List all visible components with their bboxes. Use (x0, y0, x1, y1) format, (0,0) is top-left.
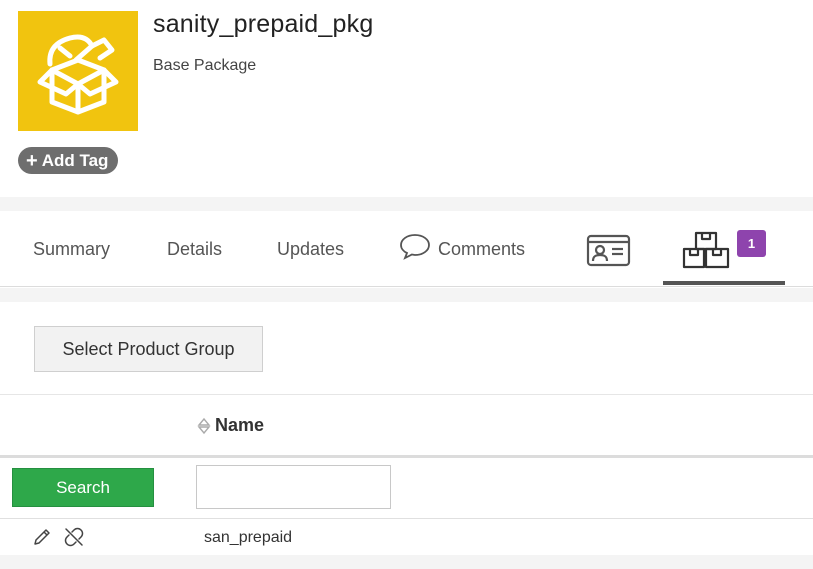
plus-icon: + (26, 149, 38, 172)
add-tag-button[interactable]: + Add Tag (18, 147, 119, 174)
table-divider (0, 394, 813, 395)
tab-label: Details (167, 238, 223, 259)
tab-updates[interactable]: Updates (277, 211, 344, 287)
speech-bubble-icon (400, 234, 430, 260)
tab-product-groups[interactable]: 1 (663, 211, 785, 287)
table-footer (0, 555, 813, 569)
open-box-icon (37, 34, 119, 115)
tab-label: Comments (438, 238, 526, 259)
contact-card-icon (586, 234, 631, 267)
table-row: san_prepaid (0, 519, 813, 555)
package-type: Base Package (153, 57, 257, 74)
table-header-divider (0, 455, 813, 458)
tab-label: Updates (277, 238, 345, 259)
package-name: sanity_prepaid_pkg (153, 10, 374, 38)
pencil-icon[interactable] (32, 527, 52, 547)
section-divider (0, 288, 813, 302)
search-button[interactable]: Search (12, 468, 154, 507)
sort-icon (197, 417, 211, 434)
package-logo (18, 11, 138, 131)
tab-label: Summary (33, 238, 111, 259)
row-name: san_prepaid (204, 529, 293, 546)
tab-bar: Summary Details Updates Comments 1 (0, 211, 813, 287)
add-tag-label: Add Tag (41, 150, 109, 170)
select-product-group-button[interactable]: Select Product Group (34, 326, 263, 372)
name-filter-input[interactable] (196, 465, 391, 509)
row-actions (32, 527, 84, 547)
package-header: sanity_prepaid_pkg Base Package + Add Ta… (0, 0, 813, 197)
count-badge: 1 (737, 229, 766, 257)
name-column-header[interactable]: Name (197, 415, 264, 436)
column-label: Name (215, 415, 265, 435)
unlink-icon[interactable] (64, 527, 84, 547)
tab-contact-card[interactable] (586, 211, 631, 287)
tab-summary[interactable]: Summary (33, 211, 110, 287)
tab-comments[interactable]: Comments (399, 211, 525, 287)
product-group-panel: Select Product Group Name Search san_pre… (0, 302, 813, 569)
section-divider (0, 197, 813, 211)
boxes-icon (682, 231, 730, 269)
tab-details[interactable]: Details (167, 211, 222, 287)
